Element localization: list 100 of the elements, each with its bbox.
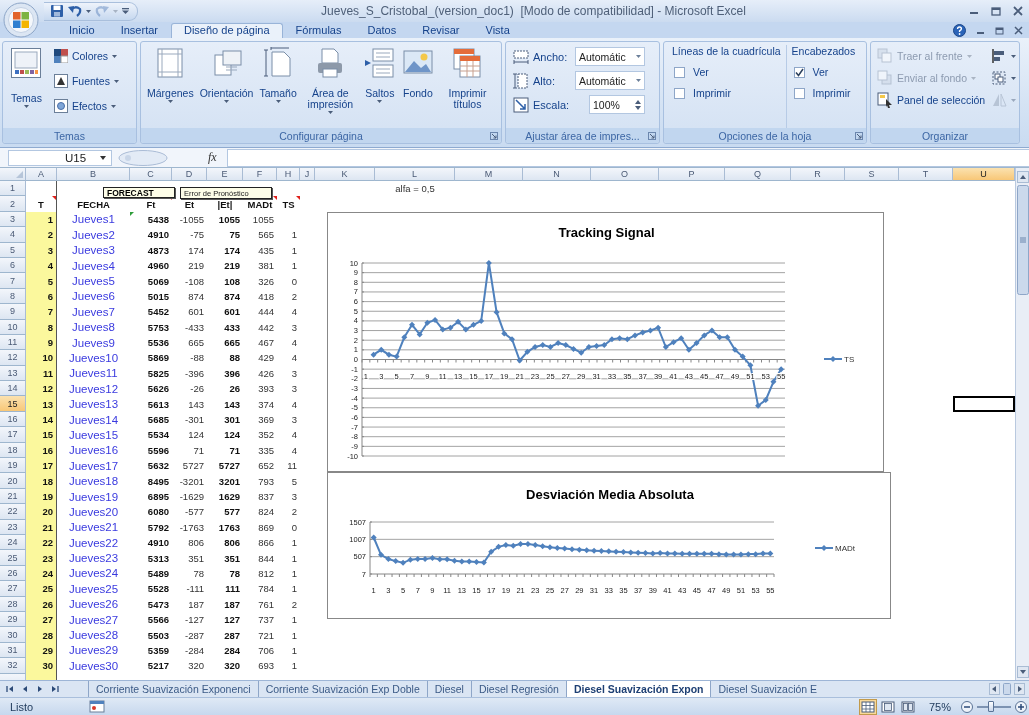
row-header[interactable]: 15 xyxy=(0,396,26,412)
table-cell-text: Jueves16 xyxy=(67,443,120,459)
checkbox-label[interactable]: Ver xyxy=(693,66,709,78)
table-cell-text: 396 xyxy=(223,366,241,381)
themes-button[interactable]: Temas xyxy=(6,45,47,128)
column-header[interactable]: O xyxy=(591,168,659,181)
column-header[interactable]: L xyxy=(375,168,455,181)
row-header[interactable]: 12 xyxy=(0,350,26,366)
table-cell-text: 429 xyxy=(257,351,275,366)
row-header[interactable]: 9 xyxy=(0,304,26,320)
name-box[interactable]: U15 xyxy=(8,149,112,166)
table-cell-text: 4910 xyxy=(146,536,170,551)
table-cell-text: -75 xyxy=(189,228,205,243)
dropdown-field[interactable]: Automátic xyxy=(575,71,645,90)
row-header[interactable]: 32 xyxy=(0,658,26,674)
ribbon-tab[interactable]: Inicio xyxy=(56,23,108,38)
ribbon-tab[interactable]: Vista xyxy=(472,23,523,38)
table-cell-text: 108 xyxy=(223,274,241,289)
table-cell-text: 5792 xyxy=(146,520,170,535)
column-header[interactable]: D xyxy=(172,168,207,181)
table-cell-text: 4 xyxy=(290,351,298,366)
table-cell-text: 5452 xyxy=(146,305,170,320)
theme-option-button[interactable]: Fuentes xyxy=(50,70,122,92)
column-header[interactable]: M xyxy=(455,168,523,181)
table-cell-text: 174 xyxy=(223,243,241,258)
column-header[interactable]: J xyxy=(300,168,315,181)
ribbon-tab[interactable]: Insertar xyxy=(107,23,171,38)
row-header[interactable]: 17 xyxy=(0,427,26,443)
page-setup-button[interactable]: Márgenes xyxy=(144,45,197,128)
insert-function-button[interactable]: fx xyxy=(204,150,221,165)
column-header[interactable]: T xyxy=(899,168,953,181)
table-cell-text: 869 xyxy=(257,520,275,535)
page-setup-button[interactable]: Área de impresión xyxy=(299,45,361,128)
table-cell-text: 3 xyxy=(290,490,298,504)
group-label: Ajustar área de impres... xyxy=(525,129,640,142)
table-cell-text: 5753 xyxy=(146,320,170,335)
column-header[interactable]: B xyxy=(57,168,130,181)
column-header[interactable]: F xyxy=(243,168,277,181)
zoom-level[interactable]: 75% xyxy=(928,700,951,713)
table-cell-text: 665 xyxy=(187,336,205,351)
spinner-field[interactable]: 100% xyxy=(589,95,645,114)
table-cell-text: 844 xyxy=(257,551,275,566)
page-setup-button[interactable]: Imprimir títulos xyxy=(436,45,498,128)
dropdown-field[interactable]: Automátic xyxy=(575,47,645,66)
theme-option-button[interactable]: Colores xyxy=(50,45,122,67)
table-cell-text: -287 xyxy=(184,628,205,643)
row-header[interactable]: 22 xyxy=(0,504,26,520)
table-cell-text: 866 xyxy=(257,536,275,551)
status-text: Listo xyxy=(10,700,34,713)
row-header[interactable]: 2 xyxy=(0,196,26,212)
ribbon-tab[interactable]: Diseño de página xyxy=(171,23,283,38)
table-cell-text: 1 xyxy=(290,582,298,597)
column-header[interactable]: P xyxy=(659,168,725,181)
column-header[interactable]: H xyxy=(277,168,300,181)
column-header[interactable]: K xyxy=(315,168,375,181)
checkbox-label[interactable]: Imprimir xyxy=(812,87,851,99)
checkbox-label[interactable]: Imprimir xyxy=(693,87,731,99)
row-header[interactable]: 20 xyxy=(0,473,26,489)
checkbox-label[interactable]: Ver xyxy=(812,66,829,78)
column-header[interactable]: E xyxy=(207,168,243,181)
arrange-button[interactable]: Panel de selección xyxy=(874,89,989,111)
page-setup-button[interactable]: Fondo xyxy=(398,45,437,128)
table-cell: 1 xyxy=(26,211,57,228)
column-header[interactable]: R xyxy=(791,168,845,181)
ribbon-tab[interactable]: Fórmulas xyxy=(282,23,355,38)
column-header[interactable]: S xyxy=(845,168,899,181)
cell-text: alfa = 0,5 xyxy=(394,182,436,197)
row-header[interactable]: 14 xyxy=(0,381,26,397)
row-header[interactable]: 30 xyxy=(0,627,26,643)
column-header[interactable]: U xyxy=(953,168,1015,181)
row-header[interactable]: 7 xyxy=(0,273,26,289)
row-header[interactable]: 1 xyxy=(0,181,26,197)
column-header[interactable]: C xyxy=(130,168,172,181)
column-header[interactable]: A xyxy=(26,168,57,181)
column-header[interactable]: Q xyxy=(725,168,791,181)
sheet-tab[interactable]: Diesel Suavización Expon xyxy=(566,681,712,697)
chart-title: Desviación Media Absoluta xyxy=(526,487,694,502)
page-setup-button[interactable]: Saltos xyxy=(360,45,399,128)
table-cell-text: 4960 xyxy=(146,259,170,274)
column-heading: MADt xyxy=(243,196,277,212)
column-heading: Et xyxy=(172,196,207,212)
table-cell-text: -1763 xyxy=(178,520,205,535)
group-label: Temas xyxy=(54,129,85,142)
table-cell-text: 4 xyxy=(290,428,298,443)
table-cell-text: 1055 xyxy=(217,212,241,227)
row-header[interactable]: 27 xyxy=(0,581,26,597)
theme-option-button[interactable]: Efectos xyxy=(50,95,122,117)
table-cell-text: 693 xyxy=(257,659,275,674)
table-cell-text: Jueves24 xyxy=(67,566,120,582)
column-header[interactable]: N xyxy=(523,168,591,181)
row-header[interactable]: 19 xyxy=(0,458,26,474)
row-header[interactable]: 25 xyxy=(0,550,26,566)
page-setup-button[interactable]: Orientación xyxy=(196,45,257,128)
table-cell-text: Jueves20 xyxy=(67,504,120,520)
table-cell-text: 219 xyxy=(223,259,241,274)
ribbon-tab[interactable]: Datos xyxy=(354,23,410,38)
table-cell-text: Jueves4 xyxy=(71,258,116,274)
page-setup-button[interactable]: Tamaño xyxy=(256,45,300,128)
row-header[interactable]: 4 xyxy=(0,227,26,243)
ribbon-tab[interactable]: Revisar xyxy=(409,23,473,38)
